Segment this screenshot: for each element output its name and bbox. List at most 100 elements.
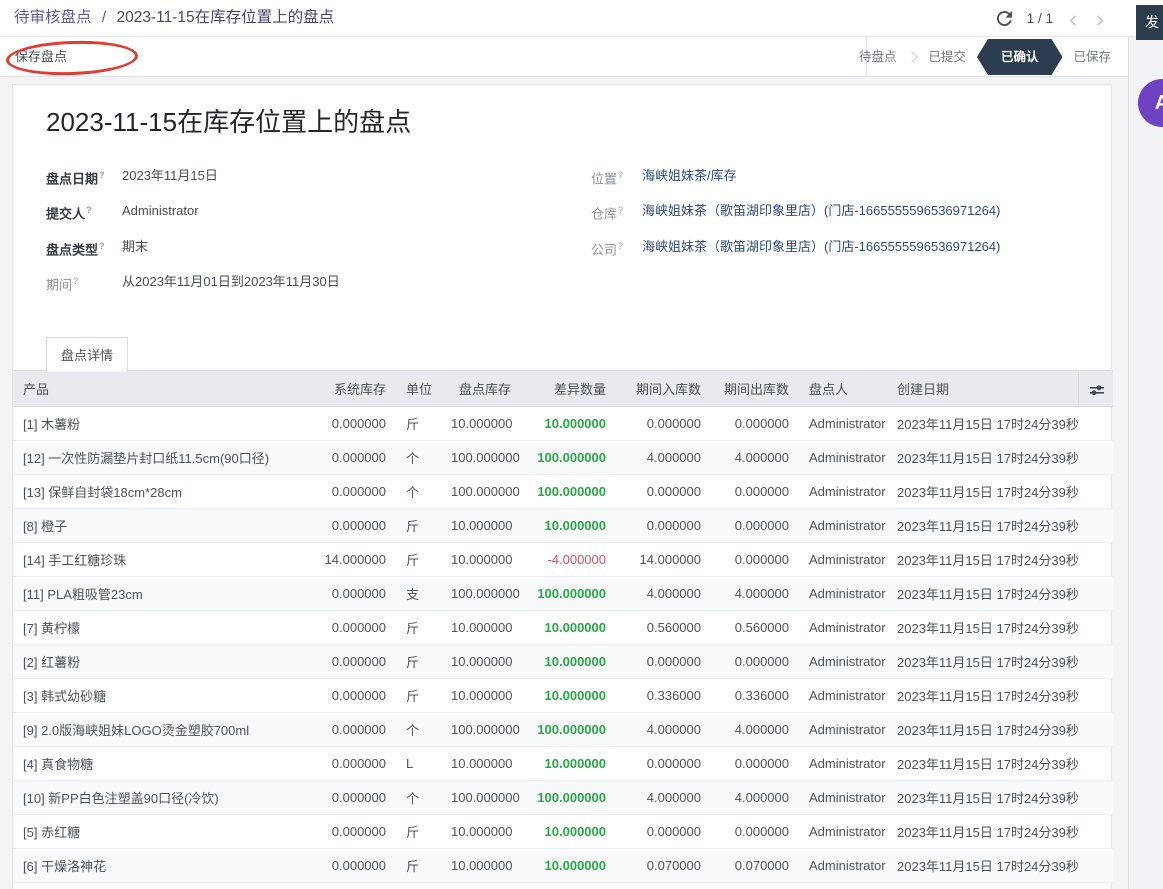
counter-cell: Administrator	[799, 509, 887, 543]
counted-qty-cell: 100.000000	[441, 781, 521, 815]
in-qty-cell: 0.336000	[616, 679, 711, 713]
out-qty-cell: 0.560000	[711, 611, 799, 645]
unit-cell: 斤	[396, 679, 441, 713]
field-value-link[interactable]: 海峡姐妹茶（歌笛湖印象里店）(门店-1665555596536971264)	[642, 201, 1000, 223]
header-created[interactable]: 创建日期	[887, 371, 1078, 407]
inventory-lines-table: 产品 系统库存 单位 盘点库存 差异数量 期间入库数 期间出库数 盘点人 创建日…	[13, 370, 1113, 883]
fields-right-column: 位置?海峡姐妹茶/库存仓库?海峡姐妹茶（歌笛湖印象里店）(门店-16655555…	[579, 166, 1078, 307]
header-counter[interactable]: 盘点人	[799, 371, 887, 407]
row-spacer-cell	[1078, 611, 1113, 645]
header-product[interactable]: 产品	[13, 371, 296, 407]
product-cell: [9] 2.0版海峡姐妹LOGO烫金塑胶700ml	[13, 713, 296, 747]
system-qty-cell: 0.000000	[296, 815, 396, 849]
created-cell: 2023年11月15日 17时24分39秒	[887, 407, 1078, 441]
form-sheet: 2023-11-15在库存位置上的盘点 盘点日期?2023年11月15日提交人?…	[12, 84, 1112, 889]
field-row: 提交人?Administrator	[46, 201, 579, 223]
diff-qty-cell: 10.000000	[521, 747, 616, 781]
system-qty-cell: 0.000000	[296, 407, 396, 441]
status-step-1[interactable]: 已提交	[917, 37, 977, 77]
unit-cell: L	[396, 747, 441, 781]
counted-qty-cell: 100.000000	[441, 713, 521, 747]
table-row[interactable]: [5] 赤红糖0.000000斤10.00000010.0000000.0000…	[13, 815, 1113, 849]
counter-cell: Administrator	[799, 441, 887, 475]
unit-cell: 斤	[396, 509, 441, 543]
table-row[interactable]: [4] 真食物糖0.000000L10.00000010.0000000.000…	[13, 747, 1113, 781]
pager-next-icon[interactable]	[1094, 13, 1105, 24]
field-value-link[interactable]: 海峡姐妹茶（歌笛湖印象里店）(门店-1665555596536971264)	[642, 237, 1000, 259]
unit-cell: 斤	[396, 543, 441, 577]
breadcrumb-parent-link[interactable]: 待审核盘点	[14, 9, 92, 26]
unit-cell: 斤	[396, 815, 441, 849]
table-row[interactable]: [8] 橙子0.000000斤10.00000010.0000000.00000…	[13, 509, 1113, 543]
header-in-qty[interactable]: 期间入库数	[616, 371, 711, 407]
inventory-lines-body: [1] 木薯粉0.000000斤10.00000010.0000000.0000…	[13, 407, 1113, 883]
pager: 1 / 1	[997, 0, 1105, 36]
help-icon: ?	[99, 170, 105, 180]
page-title: 2023-11-15在库存位置上的盘点	[46, 102, 1078, 139]
counted-qty-cell: 10.000000	[441, 645, 521, 679]
product-cell: [11] PLA粗吸管23cm	[13, 577, 296, 611]
statusbar: 待盘点已提交已确认已保存	[866, 37, 1128, 77]
row-spacer-cell	[1078, 849, 1113, 883]
table-row[interactable]: [11] PLA粗吸管23cm0.000000支100.000000100.00…	[13, 577, 1113, 611]
statusbar-chevron-icon	[907, 51, 918, 62]
breadcrumb-separator: /	[96, 9, 112, 26]
counted-qty-cell: 10.000000	[441, 679, 521, 713]
header-diff-qty[interactable]: 差异数量	[521, 371, 616, 407]
status-step-3[interactable]: 已保存	[1062, 37, 1122, 77]
field-row: 盘点日期?2023年11月15日	[46, 166, 579, 188]
in-qty-cell: 4.000000	[616, 577, 711, 611]
counter-cell: Administrator	[799, 849, 887, 883]
unit-cell: 个	[396, 713, 441, 747]
fields-left-column: 盘点日期?2023年11月15日提交人?Administrator 盘点类型?期末…	[46, 166, 579, 307]
header-system-qty[interactable]: 系统库存	[296, 371, 396, 407]
header-counted-qty[interactable]: 盘点库存	[441, 371, 521, 407]
help-icon: ?	[86, 205, 92, 215]
counted-qty-cell: 100.000000	[441, 577, 521, 611]
product-cell: [14] 手工红糖珍珠	[13, 543, 296, 577]
field-row: 盘点类型?期末	[46, 237, 579, 259]
product-cell: [5] 赤红糖	[13, 815, 296, 849]
created-cell: 2023年11月15日 17时24分39秒	[887, 713, 1078, 747]
table-row[interactable]: [7] 黄柠檬0.000000斤10.00000010.0000000.5600…	[13, 611, 1113, 645]
field-value-link[interactable]: 海峡姐妹茶/库存	[642, 166, 737, 188]
diff-qty-cell: 10.000000	[521, 849, 616, 883]
table-row[interactable]: [14] 手工红糖珍珠14.000000斤10.000000-4.0000001…	[13, 543, 1113, 577]
header-unit[interactable]: 单位	[396, 371, 441, 407]
table-row[interactable]: [2] 红薯粉0.000000斤10.00000010.0000000.0000…	[13, 645, 1113, 679]
field-row: 公司?海峡姐妹茶（歌笛湖印象里店）(门店-1665555596536971264…	[591, 237, 1078, 259]
tab-inventory-details[interactable]: 盘点详情	[46, 337, 128, 372]
header-out-qty[interactable]: 期间出库数	[711, 371, 799, 407]
product-cell: [1] 木薯粉	[13, 407, 296, 441]
optional-columns-icon[interactable]	[1078, 371, 1113, 407]
publish-button[interactable]: 发	[1136, 5, 1163, 40]
table-row[interactable]: [1] 木薯粉0.000000斤10.00000010.0000000.0000…	[13, 407, 1113, 441]
user-avatar[interactable]: A	[1138, 79, 1163, 127]
table-row[interactable]: [12] 一次性防漏垫片封口纸11.5cm(90口径)0.000000个100.…	[13, 441, 1113, 475]
table-row[interactable]: [10] 新PP白色注塑盖90口径(冷饮)0.000000个100.000000…	[13, 781, 1113, 815]
status-step-0[interactable]: 待盘点	[848, 37, 908, 77]
refresh-icon[interactable]	[997, 11, 1012, 26]
counter-cell: Administrator	[799, 577, 887, 611]
in-qty-cell: 4.000000	[616, 441, 711, 475]
table-row[interactable]: [6] 干燥洛神花0.000000斤10.00000010.0000000.07…	[13, 849, 1113, 883]
table-row[interactable]: [9] 2.0版海峡姐妹LOGO烫金塑胶700ml0.000000个100.00…	[13, 713, 1113, 747]
product-cell: [4] 真食物糖	[13, 747, 296, 781]
diff-qty-cell: 100.000000	[521, 577, 616, 611]
counter-cell: Administrator	[799, 747, 887, 781]
counter-cell: Administrator	[799, 781, 887, 815]
save-inventory-button[interactable]: 保存盘点	[15, 37, 67, 77]
product-cell: [13] 保鲜自封袋18cm*28cm	[13, 475, 296, 509]
pager-prev-icon[interactable]	[1068, 13, 1079, 24]
field-row: 期间?从2023年11月01日到2023年11月30日	[46, 272, 579, 294]
table-row[interactable]: [13] 保鲜自封袋18cm*28cm0.000000个100.00000010…	[13, 475, 1113, 509]
table-row[interactable]: [3] 韩式幼砂糖0.000000斤10.00000010.0000000.33…	[13, 679, 1113, 713]
out-qty-cell: 0.000000	[711, 543, 799, 577]
diff-qty-cell: 10.000000	[521, 611, 616, 645]
counted-qty-cell: 10.000000	[441, 543, 521, 577]
in-qty-cell: 4.000000	[616, 781, 711, 815]
field-group: 盘点日期?2023年11月15日提交人?Administrator 盘点类型?期末…	[13, 166, 1111, 307]
out-qty-cell: 0.000000	[711, 747, 799, 781]
status-step-2[interactable]: 已确认	[977, 39, 1063, 75]
field-row: 仓库?海峡姐妹茶（歌笛湖印象里店）(门店-1665555596536971264…	[591, 201, 1078, 223]
